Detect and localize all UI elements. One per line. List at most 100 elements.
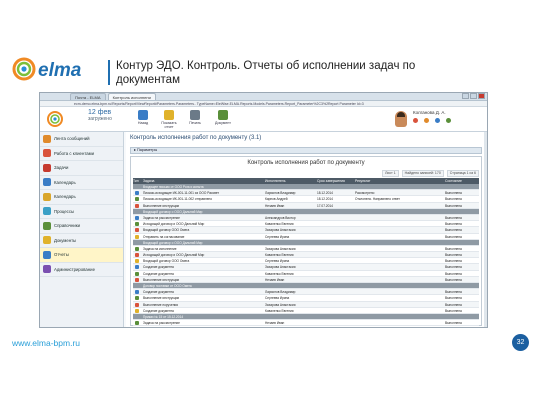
- sidebar-item-label: Справочники: [54, 223, 81, 229]
- sidebar: Лента сообщений Работа с клиентами Задач…: [40, 132, 124, 327]
- documents-icon: [43, 236, 51, 245]
- sidebar-item-catalogs[interactable]: Справочники: [40, 219, 123, 234]
- type-cell: [133, 314, 143, 319]
- sidebar-item-documents[interactable]: Документы: [40, 234, 123, 248]
- tasks-badge-icon[interactable]: [435, 118, 440, 123]
- calendar-badge-icon[interactable]: [446, 118, 451, 123]
- due-cell: [317, 264, 355, 269]
- avatar[interactable]: [395, 111, 407, 127]
- executor-cell: [265, 209, 317, 214]
- state-cell: [445, 314, 479, 319]
- show-report-button[interactable]: Показать отчет: [158, 110, 180, 130]
- user-panel[interactable]: Колганова Д. А.: [381, 109, 481, 131]
- result-cell: [355, 314, 445, 319]
- task-type-icon: [135, 308, 139, 313]
- due-cell: [317, 283, 355, 288]
- due-cell: [317, 314, 355, 319]
- type-cell: [133, 221, 143, 227]
- task-type-icon: [135, 191, 139, 196]
- executor-cell: Ларионов Владимир: [265, 191, 296, 196]
- state-cell: Выполнена: [445, 222, 462, 227]
- parameters-label: Параметры: [136, 148, 158, 152]
- pager-sheet[interactable]: Лист 1: [382, 170, 399, 177]
- due-cell: [317, 215, 355, 220]
- executor-cell: Нечаев Иван: [265, 321, 285, 326]
- executor-cell: [265, 184, 317, 189]
- result-cell: [355, 240, 445, 245]
- sidebar-item-calendar-2[interactable]: Календарь: [40, 190, 123, 205]
- user-badges: [413, 118, 451, 123]
- task-type-icon: [135, 271, 139, 276]
- type-cell: [133, 308, 143, 313]
- executor-cell: Захарова Анастасия: [265, 265, 296, 270]
- task-cell: Задача на рассмотрение: [143, 215, 180, 220]
- crm-icon: [43, 149, 51, 158]
- due-cell: [317, 246, 355, 251]
- footer-url[interactable]: www.elma-bpm.ru: [12, 338, 80, 348]
- maximize-icon[interactable]: [470, 93, 477, 99]
- state-cell: [445, 184, 479, 189]
- task-cell: Выполнение инструкции: [143, 296, 180, 301]
- report-icon: [164, 110, 174, 120]
- type-cell: [133, 283, 143, 288]
- browser-tab-strip: Почта - ELMA Контроль исполнени: [40, 93, 487, 101]
- due-cell: [317, 289, 355, 294]
- executor-cell: Нечаев Иван: [265, 203, 285, 208]
- app-logo-icon[interactable]: [44, 110, 66, 128]
- task-cell: Создание документа: [143, 290, 174, 295]
- back-button[interactable]: Назад: [132, 110, 154, 130]
- type-cell: [133, 258, 143, 264]
- parameters-panel[interactable]: ▸ Параметры: [130, 147, 482, 154]
- browser-tab[interactable]: Почта - ELMA: [70, 93, 106, 100]
- calendar2-icon: [43, 192, 51, 201]
- due-cell: 18.12.2014: [317, 197, 333, 202]
- reports-icon: [43, 250, 51, 259]
- type-cell: [133, 302, 143, 307]
- user-name[interactable]: Колганова Д. А.: [413, 110, 446, 115]
- sidebar-item-crm[interactable]: Работа с клиентами: [40, 147, 123, 161]
- sidebar-item-processes[interactable]: Процессы: [40, 205, 123, 219]
- state-cell: Выполнена: [445, 259, 462, 264]
- sidebar-item-tasks[interactable]: Задачи: [40, 161, 123, 176]
- type-cell: [133, 203, 143, 208]
- state-cell: Выполнена: [445, 277, 462, 282]
- result-cell: [355, 221, 445, 226]
- notification-icon[interactable]: [413, 118, 418, 123]
- vertical-scrollbar[interactable]: [484, 132, 487, 327]
- catalogs-icon: [43, 221, 51, 230]
- sidebar-item-calendar[interactable]: Календарь: [40, 176, 123, 190]
- sidebar-item-feed[interactable]: Лента сообщений: [40, 132, 123, 147]
- executor-cell: Захарова Анастасия: [265, 246, 296, 251]
- messages-widget[interactable]: 12 фев загружено: [88, 109, 122, 122]
- show-report-label: Показать отчет: [161, 121, 177, 129]
- task-cell: Отправить на согласование: [143, 234, 185, 239]
- app-toolbar: 12 фев загружено Назад Показать отчет Пе…: [40, 107, 487, 132]
- state-cell: Выполнена: [445, 215, 462, 220]
- window-controls: [462, 93, 485, 99]
- state-cell: [445, 240, 479, 245]
- task-cell: Выполнение поручения: [143, 302, 178, 307]
- sidebar-item-label: Процессы: [54, 208, 75, 214]
- pager-page[interactable]: Страница 1 из 6: [446, 170, 479, 177]
- table-row[interactable]: Задача на рассмотрение Нечаев Иван Выполне…: [133, 320, 479, 327]
- due-cell: [317, 221, 355, 226]
- task-cell: Задача на исполнение: [143, 246, 177, 251]
- close-icon[interactable]: [478, 93, 485, 99]
- print-button[interactable]: Печать: [184, 110, 206, 130]
- document-button[interactable]: Документ: [212, 110, 234, 130]
- type-cell: [133, 215, 143, 220]
- message-icon[interactable]: [424, 118, 429, 123]
- state-cell: Выполнена: [445, 265, 462, 270]
- result-cell: [355, 295, 445, 300]
- state-cell: Выполнена: [445, 203, 462, 208]
- task-cell: Исходящий договор и ООО Дальний Мир: [143, 222, 205, 227]
- grid-body: Входящее письмо от ООО Рога и копыта Пись…: [133, 184, 479, 327]
- browser-tab-active[interactable]: Контроль исполнени: [107, 93, 156, 100]
- processes-icon: [43, 207, 51, 216]
- sidebar-item-admin[interactable]: Администрирование: [40, 263, 123, 277]
- sidebar-item-reports[interactable]: Отчеты: [40, 248, 123, 263]
- minimize-icon[interactable]: [462, 93, 469, 99]
- due-cell: [317, 252, 355, 257]
- due-cell: 18.12.2014: [317, 191, 333, 196]
- task-type-icon: [135, 321, 139, 326]
